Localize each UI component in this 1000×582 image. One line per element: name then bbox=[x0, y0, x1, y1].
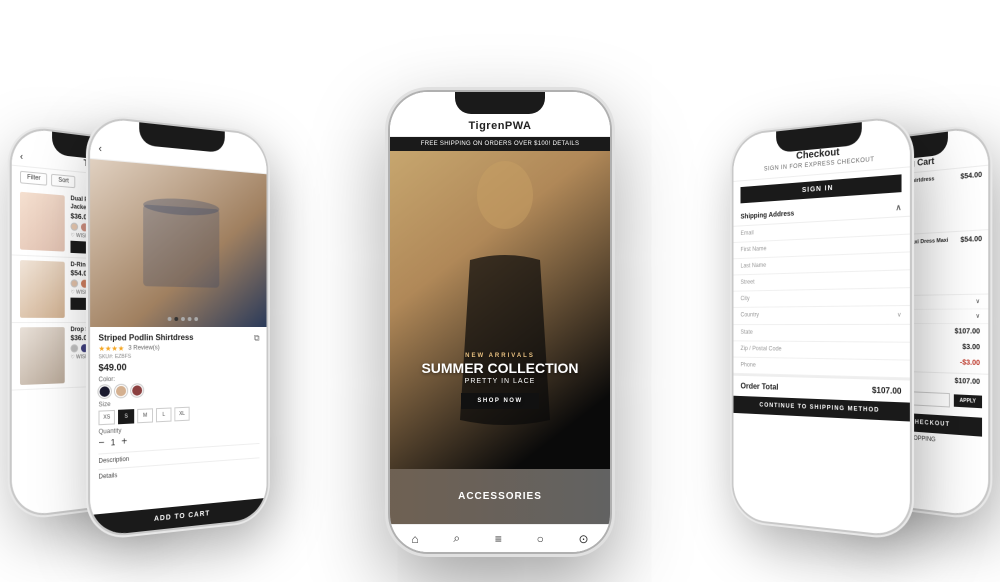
nav-bag[interactable]: ○ bbox=[537, 532, 544, 546]
hero-title: SUMMER COLLECTION bbox=[390, 361, 610, 376]
dot[interactable] bbox=[187, 317, 191, 321]
estimate-chevron: ∨ bbox=[976, 298, 980, 305]
color-swatch[interactable] bbox=[81, 280, 89, 288]
cart-item-price-2: $54.00 bbox=[960, 236, 982, 289]
color-swatch-red[interactable] bbox=[131, 384, 143, 397]
shipping-label: Shipping Address bbox=[740, 210, 794, 220]
add-to-cart-button[interactable]: ADD TO CART bbox=[90, 498, 266, 537]
details-label: Details bbox=[98, 473, 117, 481]
hero-tag: NEW ARRIVALS bbox=[390, 353, 610, 359]
hero-overlay: NEW ARRIVALS SUMMER COLLECTION PRETTY IN… bbox=[390, 353, 610, 409]
item-image-2 bbox=[20, 260, 65, 318]
country-field[interactable]: Country ∨ bbox=[734, 306, 910, 325]
copy-icon[interactable]: ⧉ bbox=[254, 333, 260, 344]
order-total-label: Order Total bbox=[740, 382, 778, 392]
size-xl[interactable]: XL bbox=[174, 407, 189, 422]
accessories-label: ACCESSORIES bbox=[458, 491, 542, 502]
scene: ‹ Tops ⊞ Filter Sort ≡ Dual Pocket Zippe… bbox=[0, 0, 1000, 582]
country-chevron: ∨ bbox=[897, 311, 902, 318]
nav-search[interactable]: ⌕ bbox=[453, 531, 460, 546]
product-image bbox=[90, 159, 266, 327]
screen-product: ‹ bbox=[90, 117, 266, 537]
desc-label: Description bbox=[98, 457, 129, 465]
phone-left1: ‹ bbox=[90, 117, 266, 537]
phone-right1: Checkout SIGN IN FOR EXPRESS CHECKOUT SI… bbox=[734, 117, 910, 537]
app-title: TigrenPWA bbox=[469, 120, 532, 132]
product-price: $49.00 bbox=[98, 360, 259, 373]
color-swatch[interactable] bbox=[70, 345, 78, 353]
size-l[interactable]: L bbox=[156, 407, 172, 422]
size-s[interactable]: S bbox=[118, 409, 134, 424]
qty-value: 1 bbox=[111, 438, 116, 448]
size-xs[interactable]: XS bbox=[98, 410, 114, 425]
image-dots bbox=[167, 317, 197, 321]
hero-subtitle: PRETTY IN LACE bbox=[390, 378, 610, 385]
order-total-value: $107.00 bbox=[872, 386, 902, 396]
back-icon-l2[interactable]: ‹ bbox=[20, 151, 23, 162]
bottom-nav: ⌂ ⌕ ≡ ○ ⊙ bbox=[390, 524, 610, 552]
dot[interactable] bbox=[167, 317, 171, 321]
filter-button[interactable]: Filter bbox=[20, 171, 47, 186]
nav-user[interactable]: ⊙ bbox=[579, 532, 589, 546]
subtotal-value: $107.00 bbox=[955, 328, 980, 335]
color-swatch[interactable] bbox=[70, 280, 78, 288]
discount-value: -$3.00 bbox=[960, 359, 980, 367]
color-swatch[interactable] bbox=[81, 223, 89, 232]
chevron-up-icon[interactable]: ∧ bbox=[895, 203, 901, 213]
country-label: Country bbox=[740, 312, 759, 319]
size-m[interactable]: M bbox=[137, 408, 153, 423]
state-field[interactable]: State bbox=[734, 325, 910, 343]
notch-center bbox=[455, 92, 545, 114]
product-name: Striped Podlin Shirtdress bbox=[98, 333, 193, 343]
order-total-value: $107.00 bbox=[955, 378, 980, 386]
back-icon-l1[interactable]: ‹ bbox=[98, 143, 101, 155]
apply-button[interactable]: APPLY bbox=[954, 394, 982, 408]
dot[interactable] bbox=[174, 317, 178, 321]
qty-plus[interactable]: + bbox=[121, 436, 127, 448]
shop-now-button[interactable]: SHOP NOW bbox=[461, 393, 538, 409]
phone-center: TigrenPWA FREE SHIPPING ON ORDERS OVER $… bbox=[390, 92, 610, 552]
screen-home: TigrenPWA FREE SHIPPING ON ORDERS OVER $… bbox=[390, 92, 610, 552]
color-swatches bbox=[98, 381, 259, 398]
hero-background bbox=[390, 151, 610, 469]
sort-button[interactable]: Sort bbox=[51, 174, 75, 189]
color-swatch-dark[interactable] bbox=[98, 385, 110, 398]
accessories-section: ACCESSORIES bbox=[390, 469, 610, 524]
promo-bar[interactable]: FREE SHIPPING ON ORDERS OVER $100! DETAI… bbox=[390, 137, 610, 151]
qty-minus[interactable]: − bbox=[98, 437, 104, 449]
tax-value: $3.00 bbox=[962, 344, 980, 352]
item-image-3 bbox=[20, 327, 65, 385]
star-rating: ★★★★ bbox=[98, 345, 124, 354]
nav-home[interactable]: ⌂ bbox=[411, 532, 418, 546]
dot[interactable] bbox=[194, 317, 198, 321]
gift-chevron: ∨ bbox=[976, 313, 980, 320]
screen-checkout: Checkout SIGN IN FOR EXPRESS CHECKOUT SI… bbox=[734, 117, 910, 537]
product-info: Striped Podlin Shirtdress ⧉ ★★★★ 3 Revie… bbox=[90, 327, 266, 488]
color-swatch[interactable] bbox=[81, 344, 89, 352]
dot[interactable] bbox=[181, 317, 185, 321]
city-field[interactable]: City bbox=[734, 288, 910, 308]
item-image-1 bbox=[20, 192, 65, 252]
nav-menu[interactable]: ≡ bbox=[495, 532, 502, 546]
review-count: 3 Review(s) bbox=[128, 345, 159, 351]
hero-section: NEW ARRIVALS SUMMER COLLECTION PRETTY IN… bbox=[390, 151, 610, 469]
color-swatch-tan[interactable] bbox=[115, 385, 127, 398]
cart-item-price-1: $54.00 bbox=[960, 172, 982, 226]
color-swatch[interactable] bbox=[70, 222, 78, 231]
